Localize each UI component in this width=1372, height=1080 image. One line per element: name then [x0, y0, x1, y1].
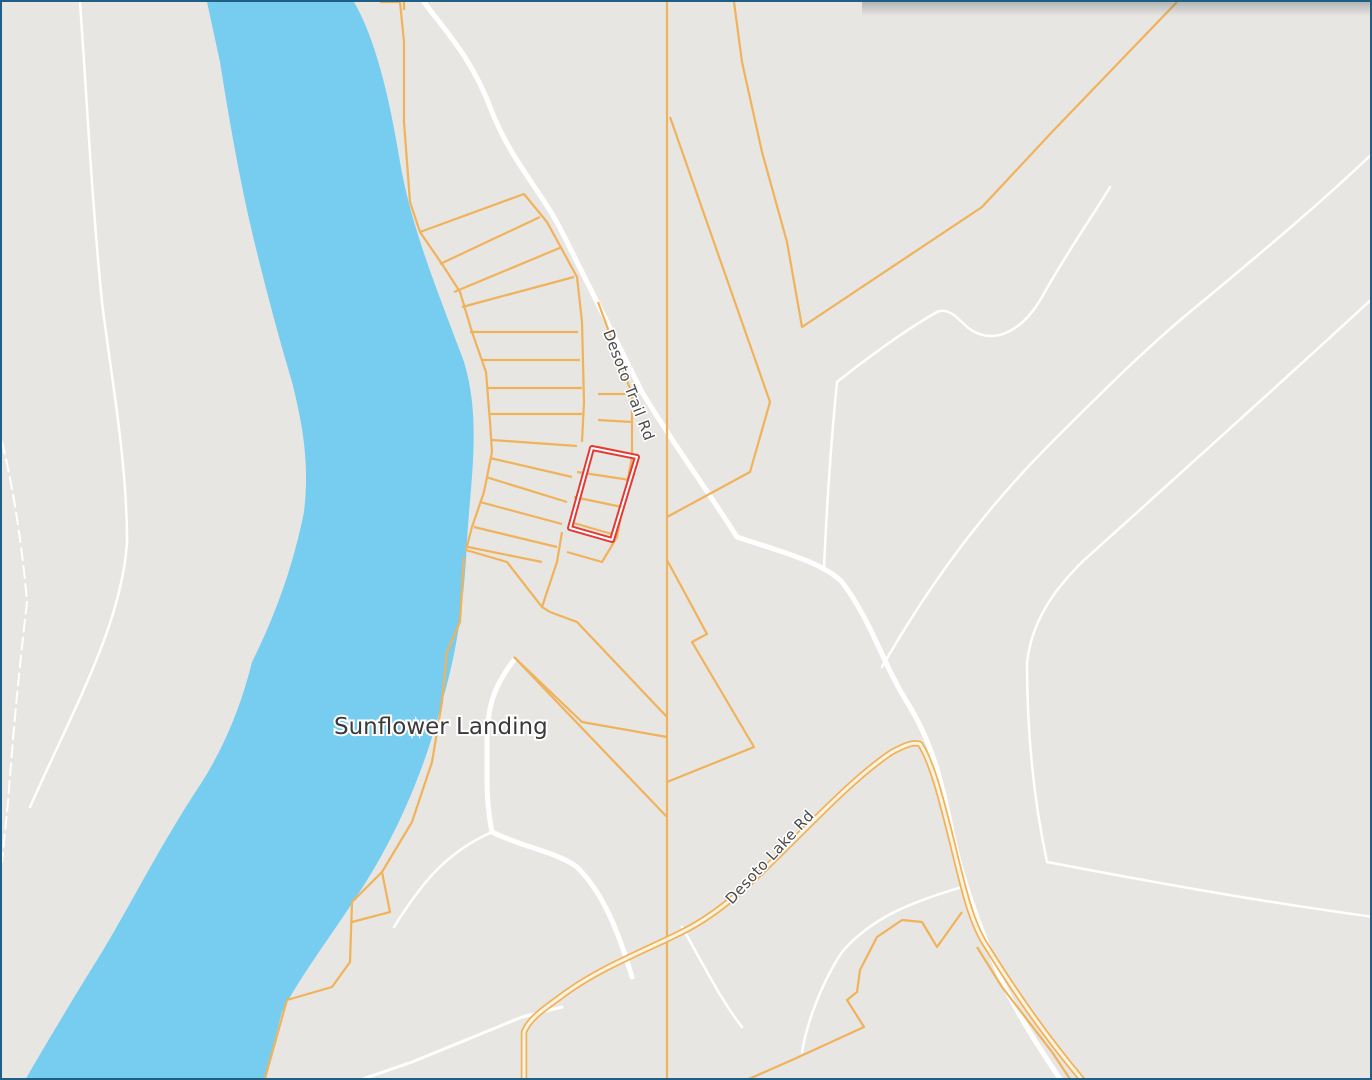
map-canvas[interactable]: Desoto Trail Rd Desoto Lake Rd Sunflower…: [2, 2, 1372, 1080]
map-view[interactable]: Desoto Trail Rd Desoto Lake Rd Sunflower…: [0, 0, 1372, 1080]
place-label-sunflower-landing: Sunflower Landing: [334, 714, 548, 740]
